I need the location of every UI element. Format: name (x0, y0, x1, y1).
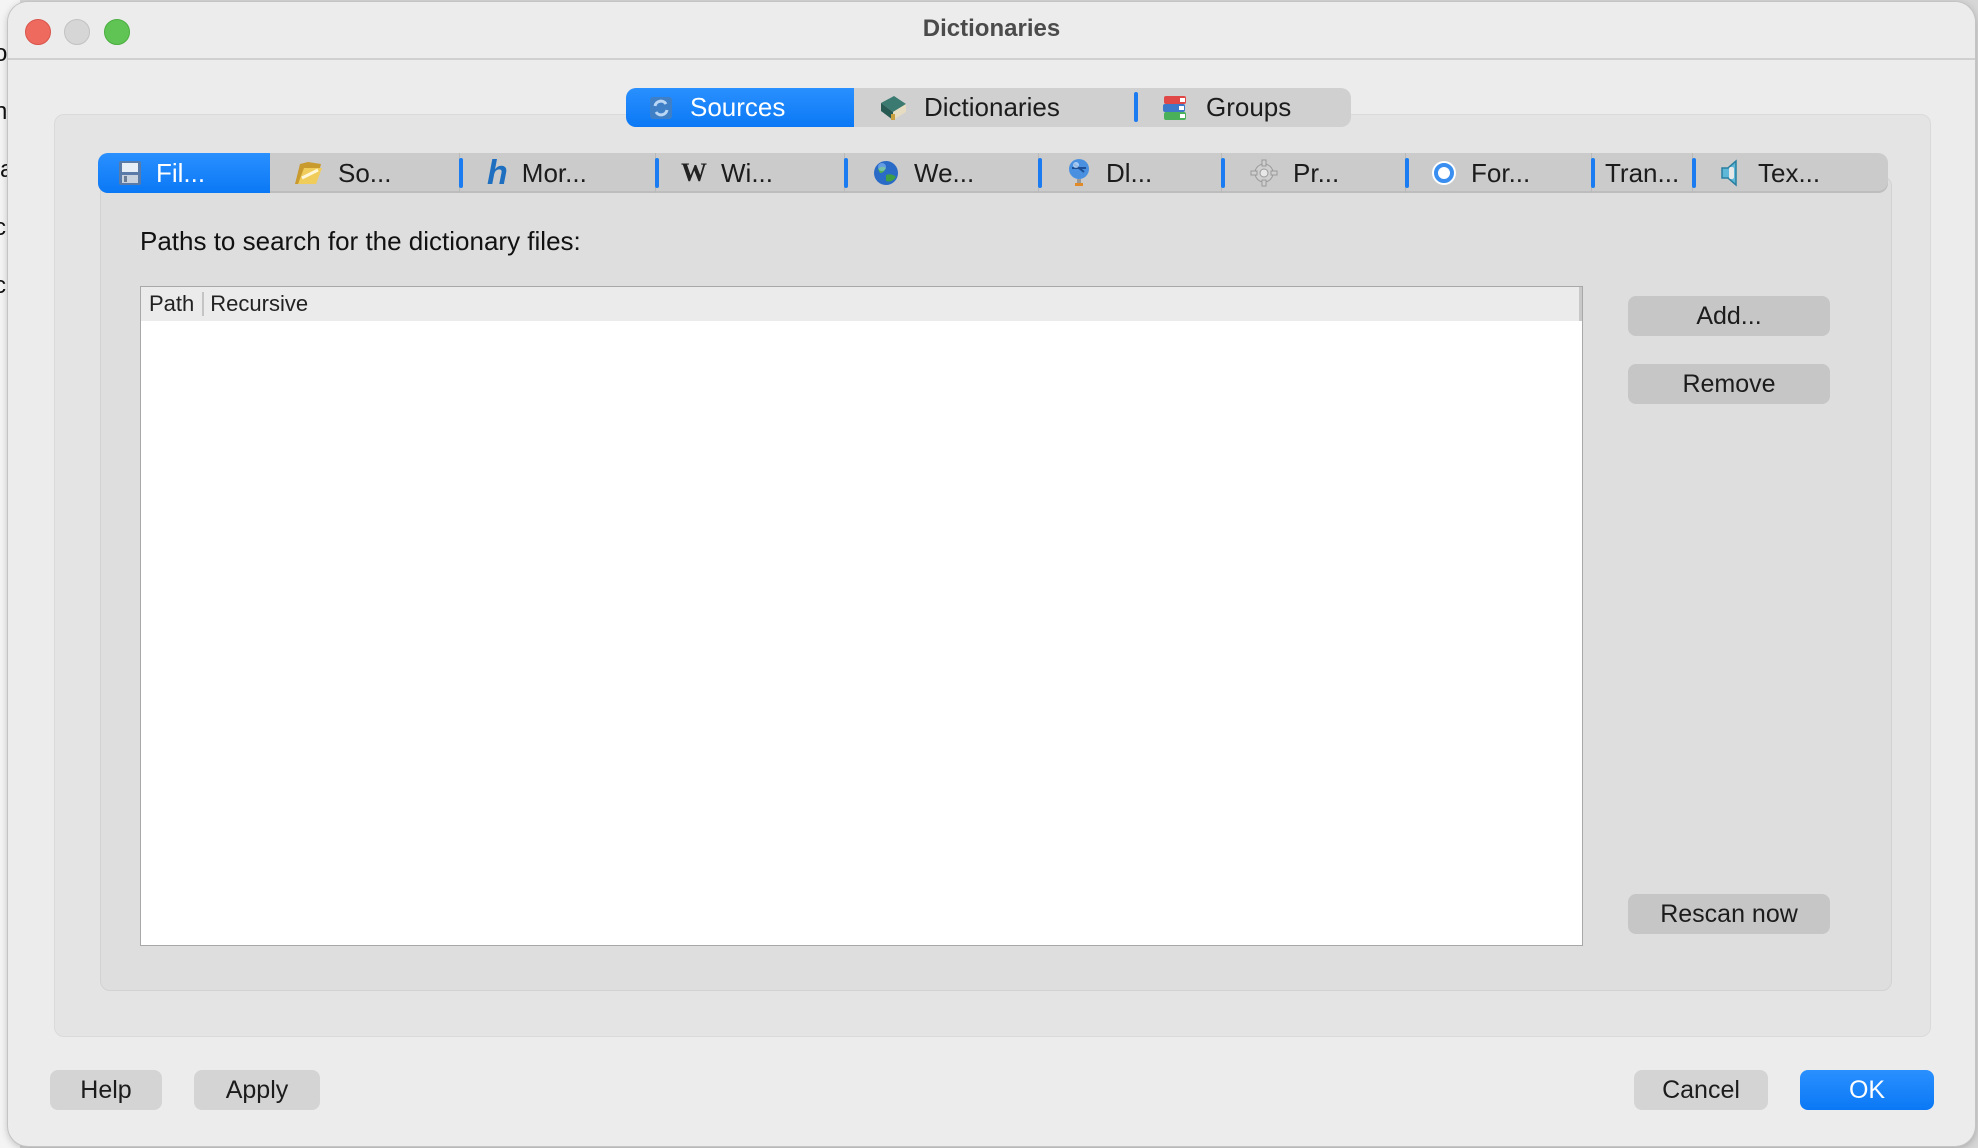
tab-forvo-label: For... (1471, 157, 1531, 188)
tab-morphology-label: Mor... (521, 157, 587, 188)
column-header-path[interactable]: Path (141, 287, 202, 321)
gear-icon (1249, 158, 1279, 188)
help-button[interactable]: Help (50, 1070, 162, 1110)
main-tab-bar: Sources Dictionaries Groups (626, 88, 1351, 127)
tab-wikipedia-label: Wi... (721, 157, 773, 188)
tab-separator (655, 158, 659, 188)
ok-button[interactable]: OK (1800, 1070, 1934, 1110)
hunspell-h-icon: h (487, 153, 508, 192)
floppy-icon (118, 160, 142, 186)
tab-separator (844, 158, 848, 188)
tab-websites[interactable]: We... (844, 153, 1038, 193)
globe-icon (872, 159, 900, 187)
tab-programs-label: Pr... (1293, 157, 1340, 188)
tab-sound-dirs[interactable]: So... (270, 153, 459, 193)
paths-label: Paths to search for the dictionary files… (140, 226, 581, 256)
tab-separator (1692, 158, 1696, 188)
tab-separator (1038, 158, 1042, 188)
folder-icon (292, 158, 324, 188)
tab-transliteration-label: Tran... (1605, 157, 1680, 188)
remove-path-button[interactable]: Remove (1628, 364, 1830, 404)
tab-transliteration[interactable]: Tran... (1591, 153, 1692, 193)
tab-separator (1221, 158, 1225, 188)
tab-separator (459, 158, 463, 188)
tab-morphology[interactable]: h Mor... (459, 153, 655, 193)
tab-dictd-label: Dl... (1106, 157, 1153, 188)
sources-tab-bar: Fil... So... h Mor... W Wi... We... Dl..… (98, 153, 1888, 193)
book-icon (878, 94, 908, 122)
title-bar: Dictionaries (8, 2, 1975, 60)
wikipedia-icon: W (681, 158, 707, 187)
tab-dictionaries[interactable]: Dictionaries (854, 88, 1134, 127)
background-text-fragment: c (0, 214, 6, 241)
network-globe-icon (1066, 158, 1092, 188)
cancel-button[interactable]: Cancel (1634, 1070, 1768, 1110)
tab-sources[interactable]: Sources (626, 88, 854, 127)
dictionaries-dialog: Dictionaries Sources Dictionaries Groups (8, 2, 1975, 1146)
paths-table[interactable]: Path Recursive (140, 286, 1583, 946)
tab-files[interactable]: Fil... (98, 153, 270, 193)
table-header: Path Recursive (141, 287, 1582, 321)
refresh-icon (648, 95, 674, 121)
background-text-fragment: c (0, 272, 6, 299)
tab-wikipedia[interactable]: W Wi... (655, 153, 844, 193)
column-header-recursive[interactable]: Recursive (202, 287, 316, 321)
forvo-icon (1431, 160, 1457, 186)
tab-text-to-speech-label: Tex... (1758, 157, 1821, 188)
add-path-button[interactable]: Add... (1628, 296, 1830, 336)
tab-groups-label: Groups (1206, 92, 1292, 122)
tab-separator (1134, 92, 1138, 122)
tab-programs[interactable]: Pr... (1221, 153, 1405, 193)
rescan-now-button[interactable]: Rescan now (1628, 894, 1830, 934)
tab-sources-label: Sources (690, 92, 786, 122)
window-title: Dictionaries (922, 15, 1061, 42)
books-stack-icon (1160, 93, 1190, 123)
tab-dictionaries-label: Dictionaries (924, 92, 1060, 122)
header-end-cap (1579, 287, 1582, 321)
tab-websites-label: We... (914, 157, 975, 188)
tab-text-to-speech[interactable]: Tex... (1692, 153, 1888, 193)
tab-separator (1591, 158, 1595, 188)
tab-sound-dirs-label: So... (338, 157, 392, 188)
tab-forvo[interactable]: For... (1405, 153, 1591, 193)
tab-separator (1405, 158, 1409, 188)
tab-dictd[interactable]: Dl... (1038, 153, 1221, 193)
speaker-icon (1718, 158, 1744, 188)
tab-groups[interactable]: Groups (1134, 88, 1351, 127)
tab-files-label: Fil... (156, 157, 206, 188)
apply-button[interactable]: Apply (194, 1070, 320, 1110)
